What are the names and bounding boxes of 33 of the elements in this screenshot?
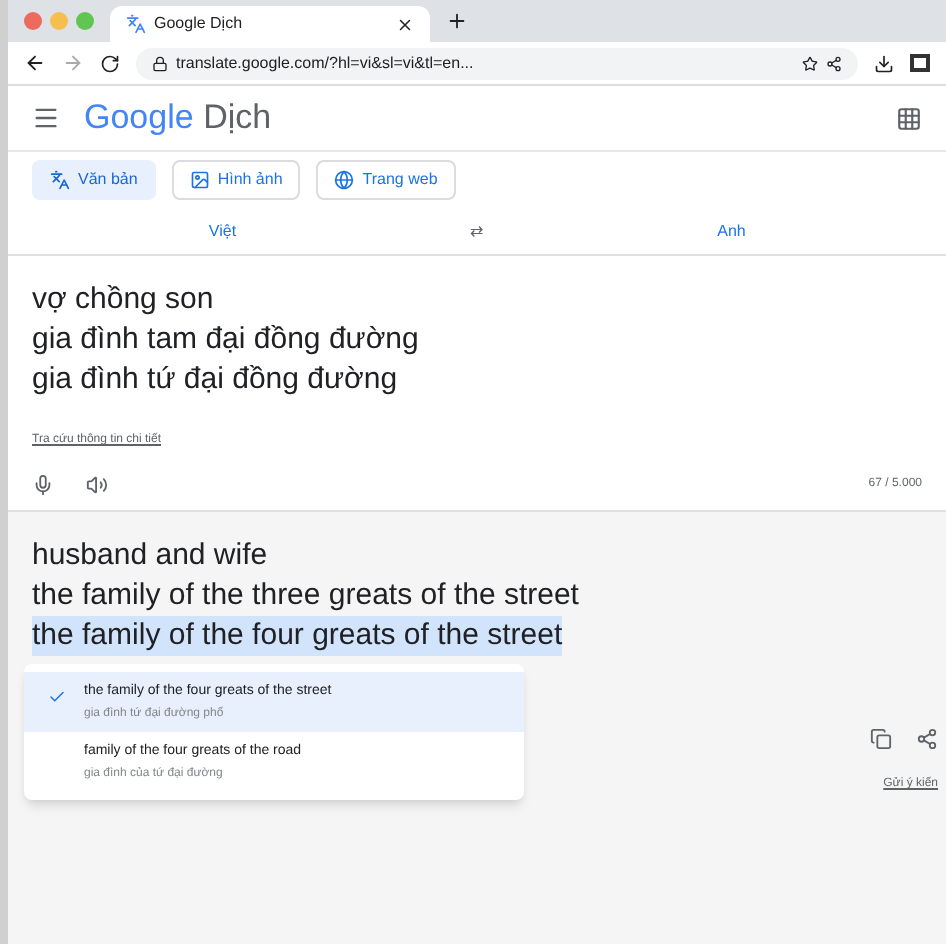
speaker-icon[interactable] — [86, 473, 108, 495]
translate-icon — [126, 14, 146, 34]
source-text-line: gia đình tứ đại đồng đường — [32, 360, 400, 400]
translation-line[interactable]: the family of the three greats of the street — [32, 576, 579, 616]
mode-icon — [334, 170, 355, 190]
sidebar-icon[interactable] — [910, 54, 930, 72]
lock-icon — [152, 55, 168, 71]
microphone-icon[interactable] — [32, 473, 54, 495]
source-language-button[interactable]: Việt — [8, 219, 437, 243]
address-field[interactable]: translate.google.com/?hl=vi&sl=vi&tl=en... — [136, 47, 858, 79]
check-icon — [48, 688, 66, 706]
browser-tab[interactable]: Google Dịch — [110, 6, 430, 42]
menu-icon[interactable] — [32, 104, 60, 132]
source-text-line: gia đình tam đại đồng đường — [32, 320, 421, 360]
star-icon[interactable] — [802, 55, 818, 71]
reload-icon[interactable] — [100, 53, 120, 73]
mode-icon — [50, 170, 70, 190]
download-icon[interactable] — [874, 53, 894, 73]
mode-tab[interactable]: Văn bản — [32, 160, 156, 200]
source-text-line: vợ chồng son — [32, 280, 216, 320]
translation-line[interactable]: husband and wife — [32, 536, 268, 576]
mode-tab[interactable]: Hình ảnh — [171, 160, 301, 200]
back-icon[interactable] — [24, 52, 46, 74]
swap-languages-button[interactable]: ⇄ — [437, 219, 517, 243]
mode-icon — [189, 170, 210, 190]
share-icon[interactable] — [826, 55, 842, 71]
mode-tab[interactable]: Trang web — [316, 160, 456, 200]
new-tab-icon[interactable] — [446, 10, 468, 32]
target-language-button[interactable]: Anh — [517, 219, 946, 243]
apps-icon[interactable] — [896, 105, 922, 131]
app-logo[interactable]: Google Dịch — [84, 92, 272, 144]
copy-icon[interactable] — [870, 728, 892, 750]
close-icon[interactable] — [396, 15, 414, 33]
